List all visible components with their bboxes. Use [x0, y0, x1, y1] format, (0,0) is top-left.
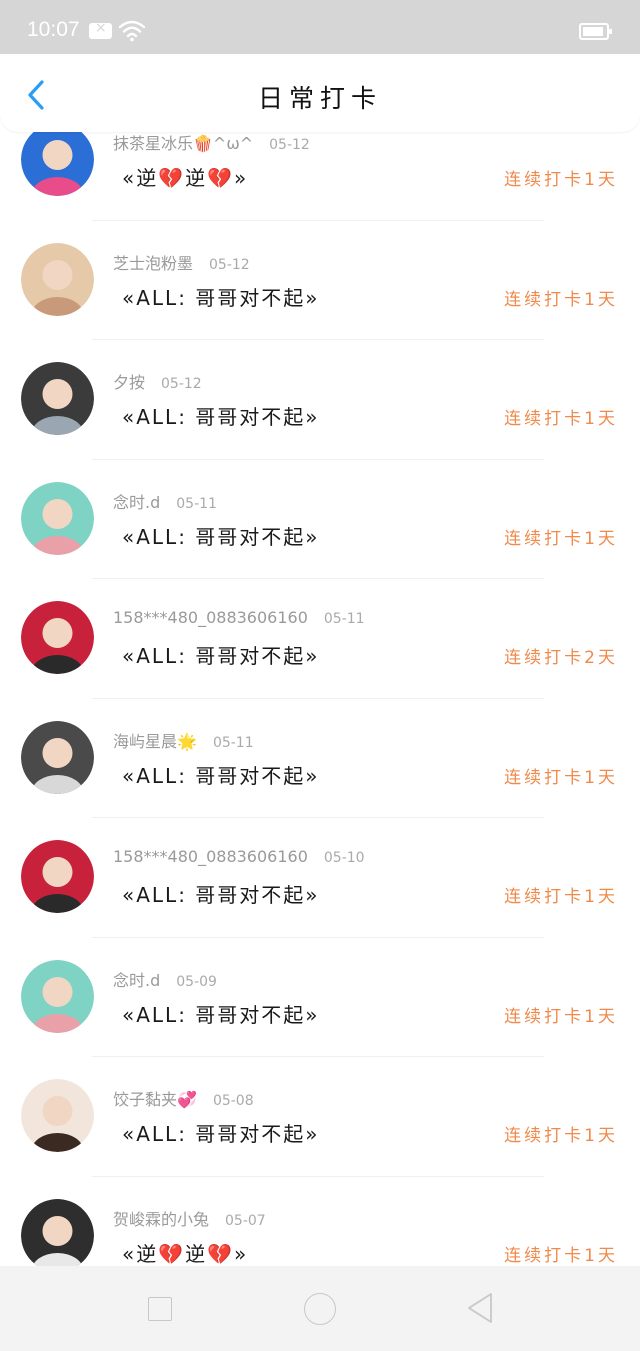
mail-icon	[89, 20, 112, 39]
avatar[interactable]	[21, 481, 94, 555]
avatar[interactable]	[21, 1198, 94, 1272]
streak-label: 连续打卡1天	[504, 1006, 618, 1027]
checkin-item[interactable]: 158***480_0883606160 05-11 «ALL: 哥哥对不起» 连…	[0, 579, 640, 699]
checkin-text: «ALL: 哥哥对不起»	[122, 883, 320, 907]
wifi-icon	[119, 20, 145, 42]
recent-apps-icon[interactable]	[148, 1297, 172, 1321]
user-name[interactable]: 芝士泡粉墨	[113, 254, 193, 273]
status-bar: 10:07	[0, 0, 640, 54]
streak-label: 连续打卡1天	[504, 1245, 618, 1266]
user-name[interactable]: 贺峻霖的小兔	[113, 1210, 209, 1229]
avatar[interactable]	[21, 242, 94, 316]
avatar[interactable]	[21, 720, 94, 794]
user-name[interactable]: 158***480_0883606160	[113, 847, 308, 866]
avatar[interactable]	[21, 601, 94, 674]
checkin-date: 05-09	[176, 973, 217, 990]
checkin-date: 05-10	[323, 850, 365, 866]
checkin-date: 05-12	[209, 256, 250, 273]
checkin-text: «逆💔逆💔»	[122, 1241, 249, 1266]
back-icon[interactable]	[466, 1292, 494, 1324]
checkin-text: «ALL: 哥哥对不起»	[122, 1002, 320, 1027]
checkin-date: 05-11	[323, 611, 365, 627]
avatar[interactable]	[21, 362, 94, 435]
page-title: 日常打卡	[257, 84, 382, 113]
checkin-date: 05-12	[161, 376, 202, 392]
user-name[interactable]: 158***480_0883606160	[113, 608, 308, 627]
user-name-line: 海屿星晨🌟 05-11	[113, 728, 254, 752]
checkin-text: «ALL: 哥哥对不起»	[122, 405, 320, 429]
user-name[interactable]: 抹茶星冰乐🍿^ω^	[113, 134, 253, 153]
checkin-date: 05-11	[176, 495, 217, 512]
checkin-item[interactable]: 海屿星晨🌟 05-11 «ALL: 哥哥对不起» 连续打卡1天	[0, 699, 640, 818]
header-bar: 日常打卡	[0, 54, 640, 132]
avatar[interactable]	[21, 840, 94, 913]
user-name[interactable]: 夕按	[113, 373, 145, 392]
streak-label: 连续打卡1天	[504, 289, 618, 310]
checkin-text: «ALL: 哥哥对不起»	[122, 644, 320, 668]
avatar[interactable]	[21, 959, 94, 1033]
streak-label: 连续打卡1天	[504, 1126, 618, 1146]
user-name[interactable]: 念时.d	[113, 493, 160, 512]
checkin-item[interactable]: 念时.d 05-09 «ALL: 哥哥对不起» 连续打卡1天	[0, 938, 640, 1057]
user-name-line: 158***480_0883606160 05-10	[113, 847, 365, 866]
checkin-date: 05-12	[269, 137, 310, 153]
checkin-text: «ALL: 哥哥对不起»	[122, 285, 320, 310]
checkin-list: 抹茶星冰乐🍿^ω^ 05-12 «逆💔逆💔» 连续打卡1天 芝士泡粉墨 05-12 …	[0, 101, 640, 1296]
streak-label: 连续打卡1天	[504, 409, 618, 429]
streak-label: 连续打卡1天	[504, 887, 618, 907]
checkin-text: «ALL: 哥哥对不起»	[122, 1122, 320, 1146]
user-name-line: 饺子黏夹💞 05-08	[113, 1086, 254, 1110]
user-name-line: 念时.d 05-09	[113, 967, 217, 991]
streak-label: 连续打卡1天	[504, 767, 618, 788]
user-name-line: 158***480_0883606160 05-11	[113, 608, 365, 627]
avatar[interactable]	[21, 1079, 94, 1152]
checkin-item[interactable]: 芝士泡粉墨 05-12 «ALL: 哥哥对不起» 连续打卡1天	[0, 221, 640, 340]
user-name-line: 念时.d 05-11	[113, 489, 217, 513]
checkin-date: 05-11	[212, 734, 254, 751]
checkin-date: 05-08	[212, 1093, 254, 1109]
checkin-text: «逆💔逆💔»	[122, 166, 249, 190]
battery-icon	[579, 23, 612, 40]
checkin-date: 05-07	[225, 1212, 266, 1229]
streak-label: 连续打卡1天	[504, 170, 618, 190]
checkin-item[interactable]: 念时.d 05-11 «ALL: 哥哥对不起» 连续打卡1天	[0, 460, 640, 579]
user-name-line: 夕按 05-12	[113, 369, 202, 393]
status-time: 10:07	[27, 18, 80, 41]
checkin-text: «ALL: 哥哥对不起»	[122, 763, 320, 788]
streak-label: 连续打卡1天	[504, 528, 618, 549]
checkin-item[interactable]: 夕按 05-12 «ALL: 哥哥对不起» 连续打卡1天	[0, 340, 640, 460]
checkin-item[interactable]: 158***480_0883606160 05-10 «ALL: 哥哥对不起» 连…	[0, 818, 640, 938]
user-name[interactable]: 海屿星晨🌟	[113, 732, 197, 751]
home-icon[interactable]	[304, 1293, 336, 1325]
checkin-item[interactable]: 饺子黏夹💞 05-08 «ALL: 哥哥对不起» 连续打卡1天	[0, 1057, 640, 1177]
streak-label: 连续打卡2天	[504, 648, 618, 668]
system-nav-bar	[0, 1266, 640, 1351]
user-name-line: 芝士泡粉墨 05-12	[113, 250, 250, 274]
checkin-text: «ALL: 哥哥对不起»	[122, 524, 320, 549]
user-name-line: 抹茶星冰乐🍿^ω^ 05-12	[113, 130, 310, 154]
avatar[interactable]	[21, 123, 94, 196]
user-name[interactable]: 饺子黏夹💞	[113, 1090, 197, 1109]
user-name-line: 贺峻霖的小兔 05-07	[113, 1206, 266, 1230]
user-name[interactable]: 念时.d	[113, 971, 160, 990]
